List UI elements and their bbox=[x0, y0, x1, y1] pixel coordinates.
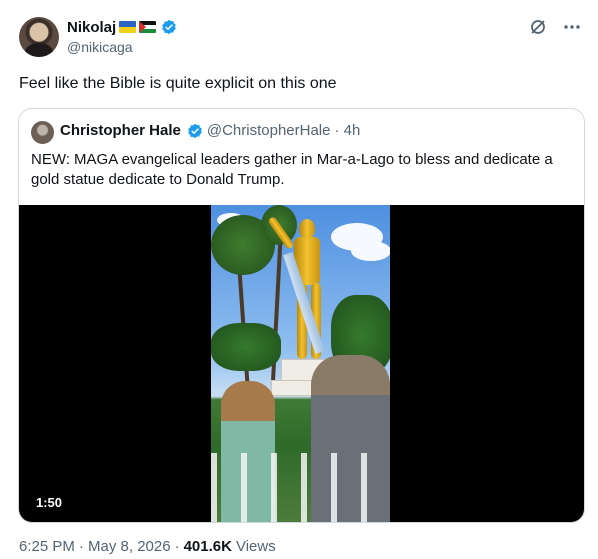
gold-statue-head bbox=[299, 219, 315, 239]
author-name-row: Nikolaj bbox=[67, 17, 177, 37]
author-handle[interactable]: @nikicaga bbox=[67, 39, 133, 55]
quoted-author-row: Christopher Hale @ChristopherHale · 4h bbox=[60, 122, 360, 139]
video-frame bbox=[211, 205, 390, 522]
palestine-flag-icon bbox=[139, 21, 157, 33]
tweet-time[interactable]: 6:25 PM bbox=[19, 538, 75, 555]
tweet-actions-top bbox=[528, 17, 582, 37]
quoted-author-handle[interactable]: @ChristopherHale bbox=[207, 122, 331, 139]
video-duration: 1:50 bbox=[31, 493, 68, 512]
tweet: Nikolaj @nikicaga Feel like the Bible is… bbox=[0, 0, 598, 559]
meta-separator: · bbox=[174, 538, 180, 555]
quoted-author-name[interactable]: Christopher Hale bbox=[60, 122, 181, 139]
quoted-author-avatar[interactable] bbox=[31, 121, 54, 144]
tweet-meta: 6:25 PM · May 8, 2026 · 401.6K Views bbox=[19, 538, 276, 555]
tweet-date[interactable]: · May 8, 2026 bbox=[79, 538, 171, 555]
views-label: Views bbox=[235, 538, 276, 555]
verified-badge-icon bbox=[188, 123, 202, 138]
views-count: 401.6K bbox=[183, 538, 232, 555]
cloud bbox=[351, 241, 390, 261]
quoted-tweet-time[interactable]: · 4h bbox=[334, 122, 360, 139]
quoted-tweet-text: NEW: MAGA evangelical leaders gather in … bbox=[31, 151, 553, 188]
white-chairs bbox=[211, 453, 390, 522]
ukraine-flag-icon bbox=[119, 21, 137, 33]
author-avatar[interactable] bbox=[19, 17, 59, 57]
video-player[interactable]: 1:50 bbox=[19, 205, 584, 522]
author-display-name[interactable]: Nikolaj bbox=[67, 19, 116, 36]
verified-badge-icon bbox=[162, 19, 176, 35]
quoted-tweet[interactable]: Christopher Hale @ChristopherHale · 4h N… bbox=[18, 108, 585, 523]
tweet-text: Feel like the Bible is quite explicit on… bbox=[19, 75, 337, 92]
more-icon[interactable] bbox=[562, 17, 582, 37]
shrubs bbox=[211, 323, 281, 371]
grok-icon[interactable] bbox=[528, 17, 548, 37]
